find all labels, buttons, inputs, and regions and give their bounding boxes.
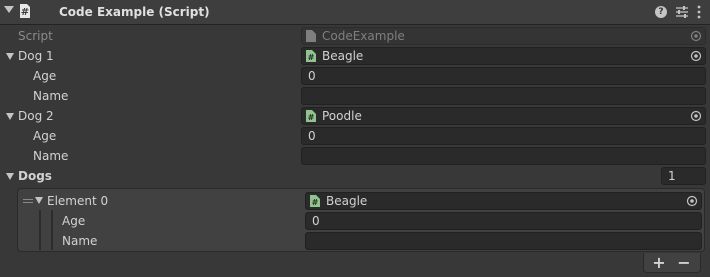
script-asset-icon: # (306, 110, 316, 122)
remove-element-button[interactable]: − (672, 253, 696, 272)
dog1-foldout-icon[interactable] (6, 53, 14, 60)
script-field: CodeExample (301, 27, 706, 45)
dog2-name-input[interactable] (301, 147, 706, 165)
dog2-age-label: Age (33, 129, 57, 143)
dog1-age-label: Age (33, 69, 57, 83)
list-footer: + − (643, 253, 701, 273)
indent-guide (51, 210, 53, 250)
element0-name-input[interactable] (305, 232, 702, 250)
drag-handle-icon[interactable] (23, 199, 33, 205)
dog1-value: Beagle (322, 49, 364, 63)
element0-name-label: Name (62, 234, 98, 248)
element0-age-input[interactable]: 0 (305, 212, 702, 230)
object-picker-icon[interactable] (686, 195, 698, 207)
foldout-arrow-icon[interactable] (4, 6, 14, 13)
dog1-name-label: Name (33, 89, 69, 103)
help-icon[interactable]: ? (655, 6, 667, 18)
dog1-age-input[interactable]: 0 (301, 67, 706, 85)
svg-text:#: # (308, 113, 315, 122)
script-value: CodeExample (322, 29, 405, 43)
indent-guide (39, 210, 41, 250)
dog1-label[interactable]: Dog 1 (18, 49, 54, 63)
dog1-name-input[interactable] (301, 87, 706, 105)
script-icon[interactable]: # (18, 4, 32, 18)
component-title: Code Example (Script) (59, 5, 210, 19)
element0-label[interactable]: Element 0 (47, 194, 108, 208)
element0-foldout-icon[interactable] (35, 197, 43, 204)
dog2-name-label: Name (33, 149, 69, 163)
script-file-icon (306, 30, 316, 42)
component-header: # Code Example (Script) ? (0, 0, 710, 25)
script-label: Script (18, 29, 53, 43)
svg-text:#: # (21, 7, 29, 18)
object-picker-icon[interactable] (690, 110, 702, 122)
object-picker-icon[interactable] (690, 50, 702, 62)
script-asset-icon: # (310, 195, 320, 207)
dogs-size-input[interactable]: 1 (661, 167, 706, 185)
dog2-object-field[interactable]: # Poodle (301, 107, 706, 125)
dog2-value: Poodle (322, 109, 362, 123)
element0-object-field[interactable]: # Beagle (305, 192, 702, 210)
svg-text:#: # (312, 198, 319, 207)
element0-value: Beagle (326, 194, 368, 208)
dogs-foldout-icon[interactable] (6, 173, 14, 180)
svg-text:#: # (308, 53, 315, 62)
object-picker-icon (690, 30, 702, 42)
presets-icon[interactable] (675, 5, 689, 19)
kebab-menu-icon[interactable] (693, 4, 705, 20)
add-element-button[interactable]: + (647, 253, 671, 272)
dog2-age-input[interactable]: 0 (301, 127, 706, 145)
dog1-object-field[interactable]: # Beagle (301, 47, 706, 65)
dogs-label[interactable]: Dogs (18, 169, 52, 183)
dog2-label[interactable]: Dog 2 (18, 109, 54, 123)
dog2-foldout-icon[interactable] (6, 113, 14, 120)
script-asset-icon: # (306, 50, 316, 62)
element0-age-label: Age (62, 214, 86, 228)
